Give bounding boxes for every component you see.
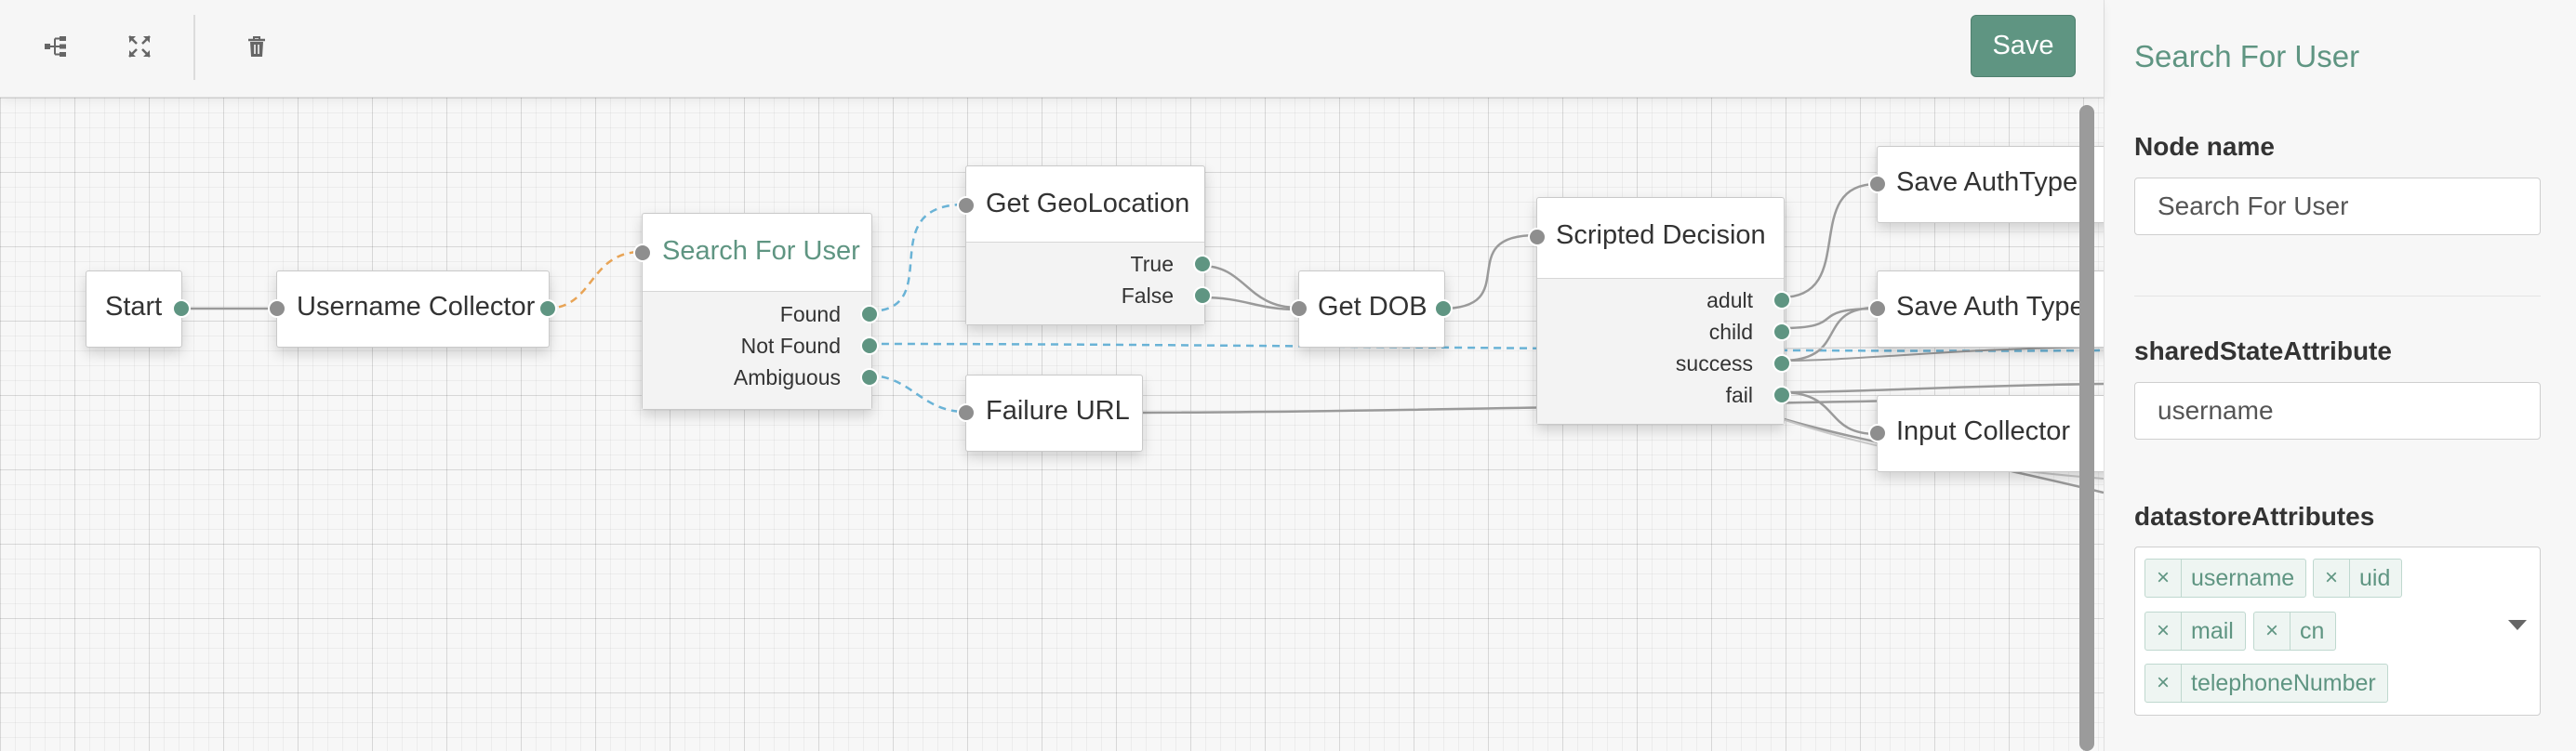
output-port-success[interactable]: [1773, 354, 1791, 373]
node-title: Username Collector: [297, 292, 536, 322]
output-port[interactable]: [538, 299, 557, 318]
node-scripted-decision[interactable]: Scripted Decision adult child success fa…: [1528, 197, 1791, 425]
attribute-tag: × uid: [2313, 559, 2403, 598]
output-port-found[interactable]: [860, 305, 879, 323]
input-port[interactable]: [268, 299, 286, 318]
datastore-attributes-select[interactable]: × username × uid × mail × cn × telephone…: [2134, 547, 2541, 716]
output-port-fail[interactable]: [1773, 386, 1791, 404]
node-failure-url[interactable]: Failure URL: [957, 375, 1143, 452]
node-title: Start: [105, 292, 163, 322]
tag-label: uid: [2359, 564, 2391, 591]
shared-state-attribute-label: sharedStateAttribute: [2134, 336, 2392, 365]
node-title: Search For User: [662, 236, 860, 266]
attribute-tag: × telephoneNumber: [2144, 664, 2388, 703]
tag-label: telephoneNumber: [2191, 669, 2376, 696]
input-port[interactable]: [1290, 299, 1308, 318]
trash-icon: [248, 36, 265, 57]
canvas-scrollbar[interactable]: [2079, 105, 2094, 751]
output-port[interactable]: [172, 299, 191, 318]
node-properties-panel: Search For User Node name sharedStateAtt…: [2104, 0, 2576, 751]
delete-button[interactable]: [231, 22, 283, 71]
save-button[interactable]: Save: [1971, 15, 2076, 77]
outcome-label: Found: [779, 302, 841, 326]
output-port-child[interactable]: [1773, 323, 1791, 341]
input-port[interactable]: [1868, 299, 1887, 318]
outcome-label: Ambiguous: [733, 365, 841, 389]
expand-button[interactable]: [113, 22, 166, 71]
node-title: Get DOB: [1318, 292, 1427, 322]
input-port[interactable]: [633, 244, 652, 262]
attribute-tag: × cn: [2253, 612, 2337, 651]
node-outcomes: Found Not Found Ambiguous: [643, 291, 879, 409]
remove-tag-icon[interactable]: ×: [2145, 665, 2182, 702]
chevron-down-icon[interactable]: [2508, 620, 2527, 630]
node-username-collector[interactable]: Username Collector: [268, 270, 557, 348]
input-port[interactable]: [1528, 228, 1547, 246]
tag-label: username: [2191, 564, 2295, 591]
panel-title: Search For User: [2134, 39, 2360, 73]
input-port[interactable]: [1868, 175, 1887, 193]
node-title: Scripted Decision: [1556, 220, 1766, 250]
outcome-label: False: [1121, 283, 1174, 308]
datastore-attributes-label: datastoreAttributes: [2134, 502, 2375, 531]
attribute-tag: × username: [2144, 559, 2307, 598]
outcome-label: fail: [1725, 383, 1753, 407]
remove-tag-icon[interactable]: ×: [2314, 560, 2350, 597]
outcome-label: True: [1130, 252, 1174, 276]
node-title: Failure URL: [986, 396, 1130, 426]
node-get-dob[interactable]: Get DOB: [1290, 270, 1453, 348]
node-title: Input Collector: [1896, 416, 2070, 446]
output-port-adult[interactable]: [1773, 291, 1791, 310]
node-get-geolocation[interactable]: Get GeoLocation True False: [957, 165, 1212, 325]
expand-icon: [128, 35, 151, 58]
node-search-for-user[interactable]: Search For User Found Not Found Ambiguou…: [633, 213, 879, 410]
input-port[interactable]: [957, 403, 976, 422]
tree-layout-icon: [45, 36, 66, 57]
node-input-collector[interactable]: Input Collector: [1868, 395, 2104, 472]
tag-label: mail: [2191, 617, 2234, 644]
output-port[interactable]: [1434, 299, 1453, 318]
remove-tag-icon[interactable]: ×: [2145, 560, 2182, 597]
outcome-label: child: [1708, 320, 1753, 344]
node-save-auth-type[interactable]: Save Auth Type: [1868, 270, 2104, 348]
node-outcomes: True False: [966, 242, 1212, 324]
shared-state-attribute-input[interactable]: [2134, 382, 2541, 440]
input-port[interactable]: [1868, 424, 1887, 442]
input-port[interactable]: [957, 196, 976, 215]
output-port-true[interactable]: [1193, 255, 1212, 273]
output-port-not-found[interactable]: [860, 336, 879, 355]
node-name-label: Node name: [2134, 132, 2275, 161]
node-outcomes: adult child success fail: [1537, 278, 1791, 424]
remove-tag-icon[interactable]: ×: [2254, 613, 2291, 650]
node-title: Get GeoLocation: [986, 189, 1190, 218]
node-title: Save Auth Type: [1896, 292, 2085, 322]
node-start[interactable]: Start: [86, 270, 191, 348]
tag-label: cn: [2300, 617, 2325, 644]
output-port-false[interactable]: [1193, 286, 1212, 305]
node-save-authtype[interactable]: Save AuthType: [1868, 146, 2104, 223]
node-name-input[interactable]: [2134, 178, 2541, 235]
designer-toolbar: Save: [0, 0, 2104, 98]
tree-canvas[interactable]: Start Username Collector Search For User…: [0, 98, 2104, 751]
toolbar-separator: [193, 15, 195, 80]
outcome-label: adult: [1706, 288, 1753, 312]
remove-tag-icon[interactable]: ×: [2145, 613, 2182, 650]
tree-layout-button[interactable]: [30, 22, 82, 71]
outcome-label: success: [1675, 351, 1753, 376]
outcome-label: Not Found: [740, 334, 841, 358]
output-port-ambiguous[interactable]: [860, 368, 879, 387]
attribute-tag: × mail: [2144, 612, 2246, 651]
node-title: Save AuthType: [1896, 167, 2078, 197]
